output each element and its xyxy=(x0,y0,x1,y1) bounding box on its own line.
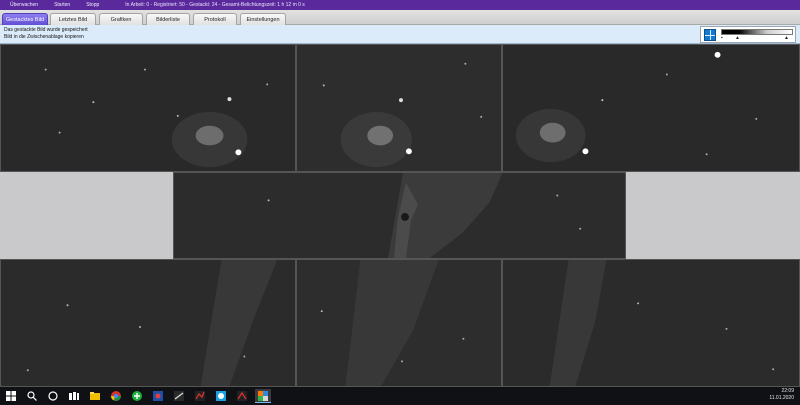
cortana-icon[interactable] xyxy=(45,389,61,403)
image-adjust-panel: ▪ ▲ ▲ xyxy=(700,26,796,43)
tab-image-list[interactable]: Bilderliste xyxy=(146,13,190,25)
image-tile-middle xyxy=(173,172,626,259)
graph-app-icon-1[interactable] xyxy=(192,389,208,403)
tab-settings[interactable]: Einstellungen xyxy=(240,13,286,25)
flame-nebula-image-center xyxy=(297,45,501,171)
image-tile-bottom-left xyxy=(0,259,296,387)
image-tile-top-center xyxy=(296,44,502,172)
image-tile-top-right xyxy=(502,44,800,172)
watch-command[interactable]: Überwachen xyxy=(0,2,46,8)
horsehead-region-image-center xyxy=(297,260,501,386)
saved-message: Das gestackte Bild wurde gespeichert xyxy=(4,27,88,33)
black-point-marker[interactable]: ▪ xyxy=(721,35,723,41)
graph-app-icon-2[interactable] xyxy=(234,389,250,403)
clock-date: 11.01.2020 xyxy=(769,395,794,401)
command-bar: Überwachen Starten Stopp In Arbeit: 0 - … xyxy=(0,0,800,10)
stacking-app-taskbar-icon[interactable] xyxy=(254,389,271,403)
capture-app-icon[interactable] xyxy=(150,389,166,403)
tab-log[interactable]: Protokoll xyxy=(193,13,237,25)
system-clock[interactable]: 22:09 11.01.2020 xyxy=(769,388,794,402)
file-explorer-icon[interactable] xyxy=(87,389,103,403)
mid-point-marker[interactable]: ▲ xyxy=(735,35,740,41)
task-view-icon[interactable] xyxy=(66,389,82,403)
tab-bar: Gestacktes Bild Letztes Bild Grafiken Bi… xyxy=(0,10,800,25)
crosshair-icon[interactable] xyxy=(704,29,716,41)
photo-app-icon[interactable] xyxy=(213,389,229,403)
tab-last-image[interactable]: Letztes Bild xyxy=(50,13,96,25)
flame-nebula-image xyxy=(1,45,295,171)
horsehead-region-image-right xyxy=(503,260,799,386)
horsehead-nebula-image xyxy=(174,173,625,258)
clock-time: 22:09 xyxy=(781,388,794,394)
astronomy-stacking-app: Überwachen Starten Stopp In Arbeit: 0 - … xyxy=(0,0,800,405)
tab-stacked-image[interactable]: Gestacktes Bild xyxy=(2,13,48,25)
search-icon[interactable] xyxy=(24,389,40,403)
image-tile-top-left xyxy=(0,44,296,172)
message-panel: Das gestackte Bild wurde gespeichert Bil… xyxy=(0,25,800,44)
copy-clipboard-link[interactable]: Bild in die Zwischenablage kopieren xyxy=(4,34,84,40)
flame-nebula-image-right xyxy=(503,45,799,171)
chrome-icon[interactable] xyxy=(108,389,124,403)
telescope-app-icon[interactable] xyxy=(171,389,187,403)
stacked-image-mosaic[interactable] xyxy=(0,44,800,387)
stacking-status: In Arbeit: 0 - Registriert: 50 - Gestack… xyxy=(125,2,305,8)
horsehead-region-image-left xyxy=(1,260,295,386)
white-point-marker[interactable]: ▲ xyxy=(784,35,789,41)
histogram-levels[interactable] xyxy=(721,29,793,35)
stop-command[interactable]: Stopp xyxy=(78,2,107,8)
tab-graphics[interactable]: Grafiken xyxy=(99,13,143,25)
windows-start-icon[interactable] xyxy=(3,389,19,403)
start-command[interactable]: Starten xyxy=(46,2,78,8)
windows-taskbar: 22:09 11.01.2020 xyxy=(0,387,800,405)
image-tile-bottom-right xyxy=(502,259,800,387)
green-app-icon[interactable] xyxy=(129,389,145,403)
image-tile-bottom-center xyxy=(296,259,502,387)
